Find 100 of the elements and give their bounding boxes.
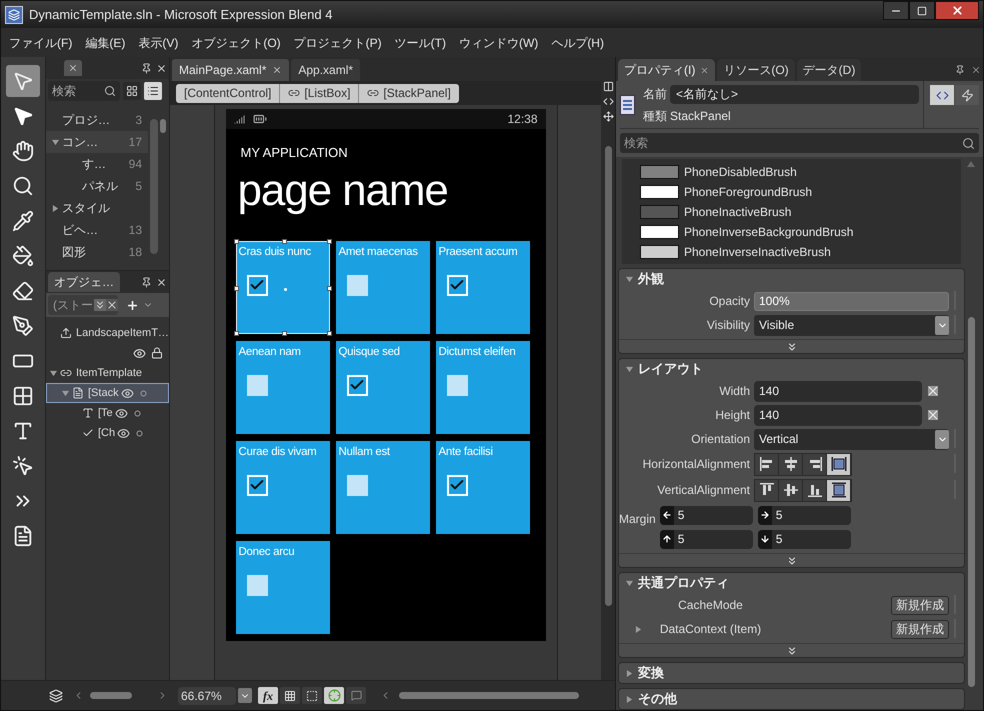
resize-handle[interactable]	[326, 330, 332, 336]
view-toggle[interactable]	[324, 687, 344, 704]
lock-icon[interactable]	[151, 347, 163, 359]
brush-name[interactable]: PhoneForegroundBrush	[684, 182, 812, 200]
menu-item[interactable]: ヘルプ(H)	[551, 34, 604, 52]
eye-icon[interactable]	[133, 346, 146, 360]
view-toggle[interactable]	[144, 82, 162, 100]
expander-icon[interactable]	[626, 670, 633, 676]
asset-category[interactable]: プロジ… 3	[46, 109, 148, 131]
close-icon[interactable]	[156, 62, 167, 74]
close-icon[interactable]	[971, 65, 981, 75]
close-button[interactable]	[935, 1, 979, 20]
dropdown-field[interactable]: Visible	[754, 314, 949, 336]
add-icon[interactable]	[126, 298, 139, 312]
brush-name[interactable]: PhoneInverseBackgroundBrush	[684, 222, 854, 240]
close-icon[interactable]	[156, 276, 167, 288]
tree-item[interactable]: LandscapeItemT…	[46, 323, 169, 343]
code-icon[interactable]	[602, 96, 614, 107]
checkbox[interactable]	[446, 474, 468, 496]
zoom-dropdown[interactable]	[238, 688, 252, 703]
view-toggle[interactable]: fx	[258, 687, 278, 704]
section-title[interactable]: 外観	[638, 269, 664, 289]
margin-field[interactable]: 5	[758, 530, 851, 548]
close-icon[interactable]	[700, 66, 710, 74]
alignment-toggle[interactable]	[827, 454, 851, 474]
asset-category[interactable]: スタイル	[46, 197, 148, 219]
section-title[interactable]: 共通プロパティ	[638, 573, 729, 593]
checkbox[interactable]	[446, 274, 468, 296]
menu-item[interactable]: 表示(V)	[138, 34, 178, 52]
zoom-field[interactable]: 66.67%	[178, 686, 236, 704]
tree-item[interactable]: [Ch	[46, 423, 169, 443]
expander-icon[interactable]	[62, 390, 69, 396]
tree-item[interactable]: ItemTemplate	[46, 363, 169, 383]
tree-item[interactable]: [Stack	[46, 383, 169, 403]
mode-toggle[interactable]	[955, 85, 979, 105]
menu-item[interactable]: ファイル(F)	[9, 34, 72, 52]
margin-field[interactable]: 5	[660, 506, 753, 524]
asset-category[interactable]: 図形 18	[46, 241, 148, 263]
search-input[interactable]: 検索	[624, 134, 962, 152]
expander-icon[interactable]	[626, 696, 633, 702]
resize-handle[interactable]	[326, 238, 332, 244]
brush-name[interactable]: PhoneInactiveBrush	[684, 202, 792, 220]
layers-icon[interactable]	[49, 688, 63, 702]
margin-field[interactable]: 5	[758, 506, 851, 524]
panel-tab[interactable]: データ(D)	[796, 59, 862, 81]
document-tab[interactable]: MainPage.xaml*	[172, 59, 290, 81]
scrollbar[interactable]	[160, 119, 166, 133]
asset-category[interactable]: パネル 5	[46, 175, 148, 197]
resize-handle[interactable]	[282, 238, 286, 244]
panel-tab[interactable]: オブジェ…	[48, 272, 120, 292]
panel-tab[interactable]: リソース(O)	[717, 59, 795, 81]
menu-item[interactable]: プロジェクト(P)	[294, 34, 382, 52]
view-toggle[interactable]	[302, 687, 322, 704]
scrollbar[interactable]	[604, 146, 612, 606]
view-toggle[interactable]	[123, 82, 141, 100]
menu-item[interactable]: オブジェクト(O)	[191, 34, 281, 52]
menu-item[interactable]: 編集(E)	[85, 34, 126, 52]
scrollbar[interactable]	[968, 317, 974, 687]
name-field[interactable]: <名前なし>	[670, 84, 919, 104]
lock-toggle-icon[interactable]	[134, 410, 141, 416]
expander-icon[interactable]	[50, 370, 57, 376]
breadcrumb-item[interactable]: [StackPanel]	[358, 84, 459, 102]
brush-name[interactable]: PhoneInverseInactiveBrush	[684, 242, 831, 260]
center-point[interactable]	[284, 288, 286, 290]
margin-field[interactable]: 5	[660, 530, 753, 548]
eye-icon[interactable]	[114, 406, 128, 420]
panel-tab[interactable]: プロパティ(I)	[618, 59, 716, 81]
expander-icon[interactable]	[52, 138, 59, 146]
view-toggle[interactable]	[346, 687, 366, 704]
menu-item[interactable]: ウィンドウ(W)	[458, 34, 538, 52]
asset-category[interactable]: コン… 17	[46, 131, 148, 153]
checkbox[interactable]	[346, 474, 368, 496]
checkbox[interactable]	[246, 574, 268, 596]
pin-icon[interactable]	[141, 276, 152, 288]
view-toggle[interactable]	[280, 687, 300, 704]
panel-tab[interactable]	[64, 60, 82, 76]
expander-icon[interactable]	[635, 626, 642, 632]
asset-category[interactable]: す… 94	[46, 153, 148, 175]
resize-handle[interactable]	[234, 286, 238, 290]
menu-item[interactable]: ツール(T)	[394, 34, 446, 52]
eye-icon[interactable]	[117, 426, 130, 440]
lock-toggle-icon[interactable]	[140, 390, 147, 396]
checkbox[interactable]	[446, 374, 468, 396]
asset-category[interactable]: ビヘ… 13	[46, 219, 148, 241]
scrollbar[interactable]	[150, 119, 158, 254]
resize-handle[interactable]	[326, 286, 332, 290]
close-icon[interactable]	[272, 65, 282, 75]
checkbox[interactable]	[246, 474, 268, 496]
mode-toggle[interactable]	[930, 85, 954, 105]
search-field[interactable]: 検索	[48, 81, 120, 101]
search-field[interactable]: 検索	[620, 133, 979, 153]
brush-name[interactable]: PhoneDisabledBrush	[684, 162, 797, 180]
expander-icon[interactable]	[52, 204, 59, 212]
breadcrumb-item[interactable]: [ContentControl]	[176, 84, 280, 102]
document-tab[interactable]: App.xaml*	[291, 59, 360, 81]
maximize-button[interactable]	[909, 1, 935, 20]
dropdown-field[interactable]: Vertical	[754, 428, 949, 450]
opacity-field[interactable]: 100%	[754, 292, 949, 310]
section-title[interactable]: レイアウト	[638, 359, 703, 379]
number-field[interactable]: 140	[754, 404, 922, 426]
